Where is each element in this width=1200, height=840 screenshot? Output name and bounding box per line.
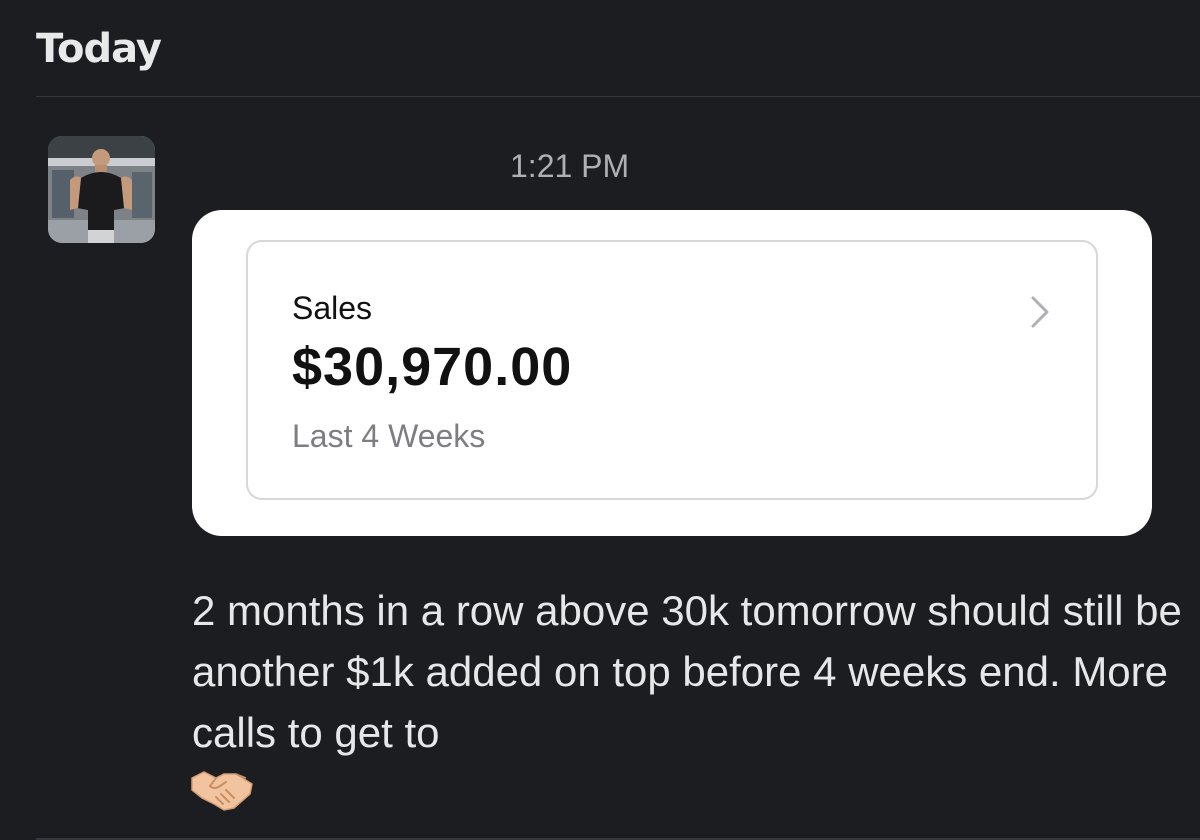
message-timestamp: 1:21 PM	[510, 148, 630, 184]
widget-period: Last 4 Weeks	[292, 418, 486, 454]
handshake-emoji-icon	[191, 771, 253, 811]
sales-widget: Sales $30,970.00 Last 4 Weeks	[246, 240, 1098, 500]
day-divider	[36, 96, 1200, 97]
chat-screen: Today 1:21 PM Sales $30,970.00 Last 4 We…	[0, 0, 1200, 840]
avatar-photo-icon	[48, 136, 155, 243]
chevron-right-icon	[1031, 296, 1049, 328]
widget-title: Sales	[292, 290, 373, 326]
avatar[interactable]	[48, 136, 155, 243]
image-attachment[interactable]: Sales $30,970.00 Last 4 Weeks	[192, 210, 1152, 536]
message-body: 2 months in a row above 30k tomorrow sho…	[192, 587, 1182, 756]
widget-amount: $30,970.00	[292, 337, 573, 397]
day-header: Today	[36, 26, 162, 72]
